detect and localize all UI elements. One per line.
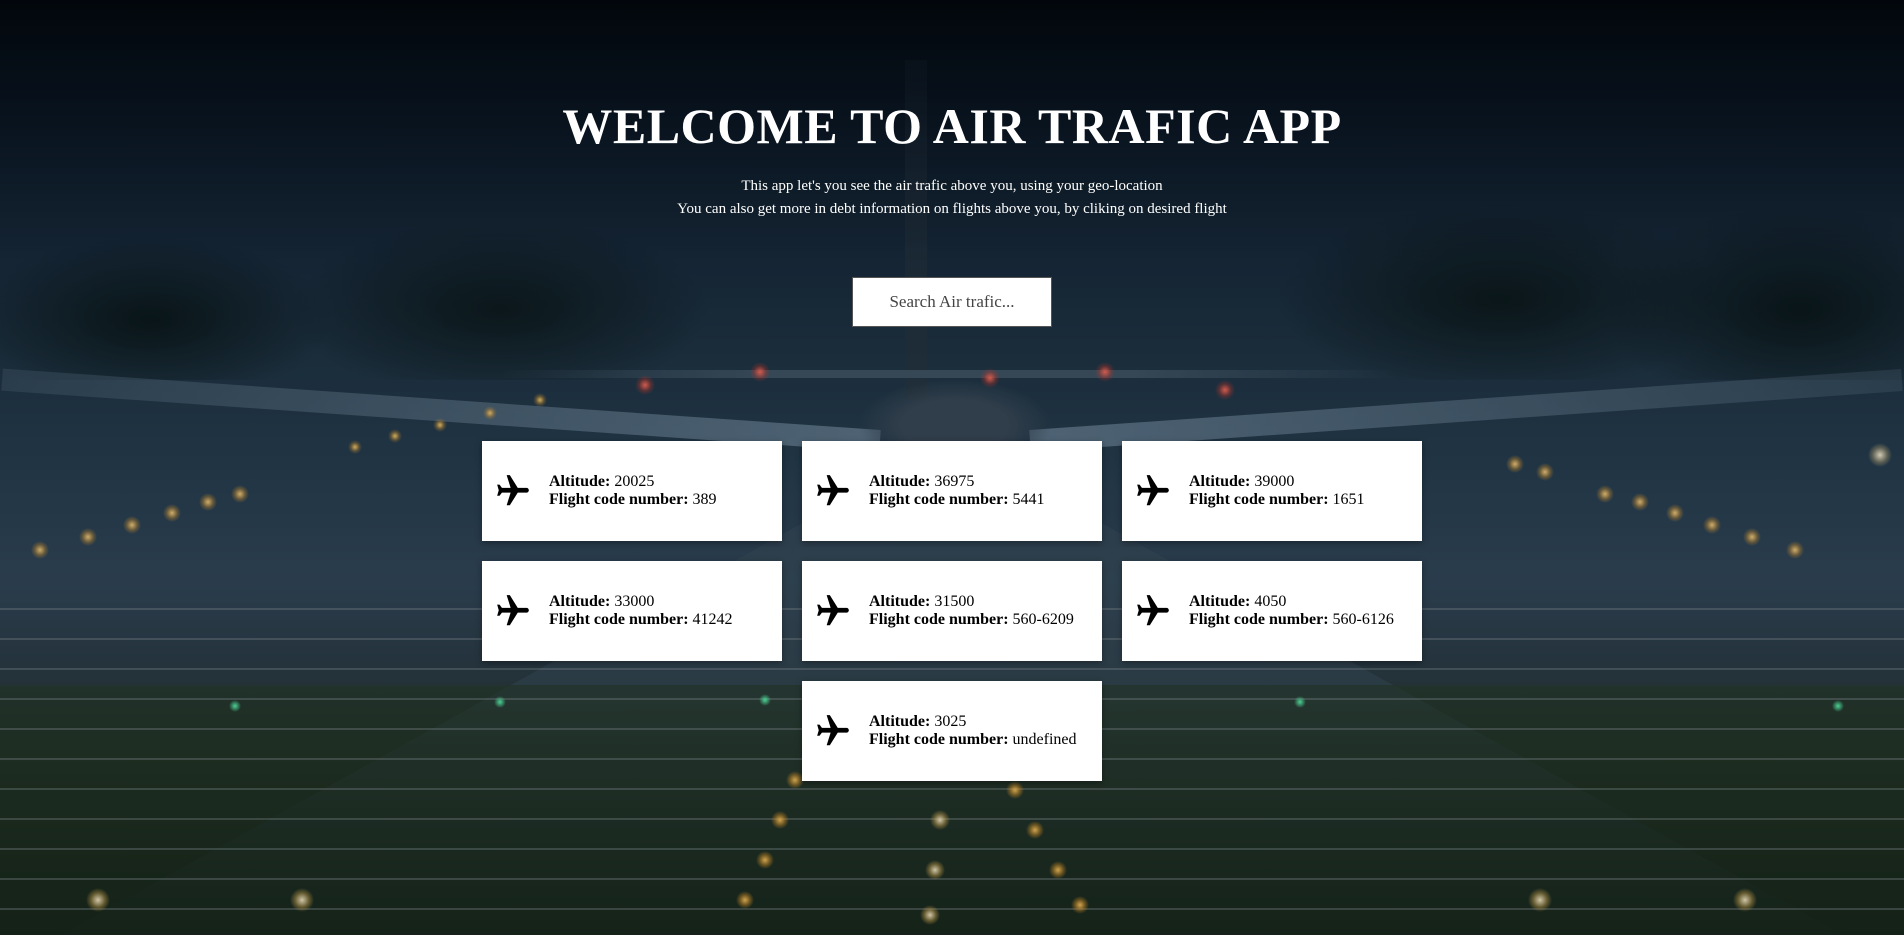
airplane-icon	[494, 472, 532, 510]
flight-code-value: 41242	[692, 611, 733, 628]
altitude-value: 4050	[1254, 593, 1287, 610]
flight-code-label: Flight code number:	[1189, 611, 1329, 628]
search-air-trafic-input[interactable]	[852, 277, 1052, 327]
flight-card[interactable]: Altitude: 4050 Flight code number: 560-6…	[1122, 561, 1422, 661]
altitude-value: 3025	[934, 713, 967, 730]
airplane-icon	[814, 592, 852, 630]
airplane-icon	[1134, 472, 1172, 510]
flight-card[interactable]: Altitude: 33000 Flight code number: 4124…	[482, 561, 782, 661]
flight-info: Altitude: 31500 Flight code number: 560-…	[869, 593, 1074, 629]
flight-card[interactable]: Altitude: 31500 Flight code number: 560-…	[802, 561, 1102, 661]
flight-code-value: 5441	[1012, 491, 1045, 508]
flight-info: Altitude: 36975 Flight code number: 5441	[869, 473, 1045, 509]
altitude-value: 36975	[934, 473, 975, 490]
main-content: WELCOME TO AIR TRAFIC APP This app let's…	[0, 0, 1904, 935]
altitude-value: 31500	[934, 593, 975, 610]
flight-card-list: Altitude: 20025 Flight code number: 389 …	[482, 441, 1422, 781]
flight-code-label: Flight code number:	[869, 731, 1009, 748]
flight-code-value: 560-6126	[1332, 611, 1394, 628]
flight-card[interactable]: Altitude: 3025 Flight code number: undef…	[802, 681, 1102, 781]
flight-card[interactable]: Altitude: 36975 Flight code number: 5441	[802, 441, 1102, 541]
flight-code-label: Flight code number:	[1189, 491, 1329, 508]
flight-code-value: 560-6209	[1012, 611, 1074, 628]
altitude-label: Altitude:	[1189, 473, 1251, 490]
flight-code-value: undefined	[1012, 731, 1077, 748]
flight-code-value: 389	[692, 491, 717, 508]
airplane-icon	[814, 472, 852, 510]
altitude-value: 33000	[614, 593, 655, 610]
description-line-2: You can also get more in debt informatio…	[677, 201, 1227, 217]
altitude-label: Altitude:	[869, 593, 931, 610]
airplane-icon	[1134, 592, 1172, 630]
altitude-value: 39000	[1254, 473, 1295, 490]
flight-code-label: Flight code number:	[549, 491, 689, 508]
flight-code-value: 1651	[1332, 491, 1365, 508]
flight-card[interactable]: Altitude: 20025 Flight code number: 389	[482, 441, 782, 541]
airplane-icon	[494, 592, 532, 630]
altitude-label: Altitude:	[549, 473, 611, 490]
flight-info: Altitude: 3025 Flight code number: undef…	[869, 713, 1077, 749]
altitude-label: Altitude:	[549, 593, 611, 610]
altitude-label: Altitude:	[869, 473, 931, 490]
flight-card[interactable]: Altitude: 39000 Flight code number: 1651	[1122, 441, 1422, 541]
page-title: WELCOME TO AIR TRAFIC APP	[562, 98, 1342, 154]
flight-code-label: Flight code number:	[869, 611, 1009, 628]
airplane-icon	[814, 712, 852, 750]
flight-info: Altitude: 20025 Flight code number: 389	[549, 473, 717, 509]
altitude-value: 20025	[614, 473, 655, 490]
flight-info: Altitude: 33000 Flight code number: 4124…	[549, 593, 733, 629]
description-line-1: This app let's you see the air trafic ab…	[741, 178, 1163, 194]
flight-info: Altitude: 4050 Flight code number: 560-6…	[1189, 593, 1394, 629]
flight-code-label: Flight code number:	[869, 491, 1009, 508]
altitude-label: Altitude:	[869, 713, 931, 730]
page-description: This app let's you see the air trafic ab…	[0, 175, 1904, 221]
flight-code-label: Flight code number:	[549, 611, 689, 628]
altitude-label: Altitude:	[1189, 593, 1251, 610]
flight-info: Altitude: 39000 Flight code number: 1651	[1189, 473, 1365, 509]
